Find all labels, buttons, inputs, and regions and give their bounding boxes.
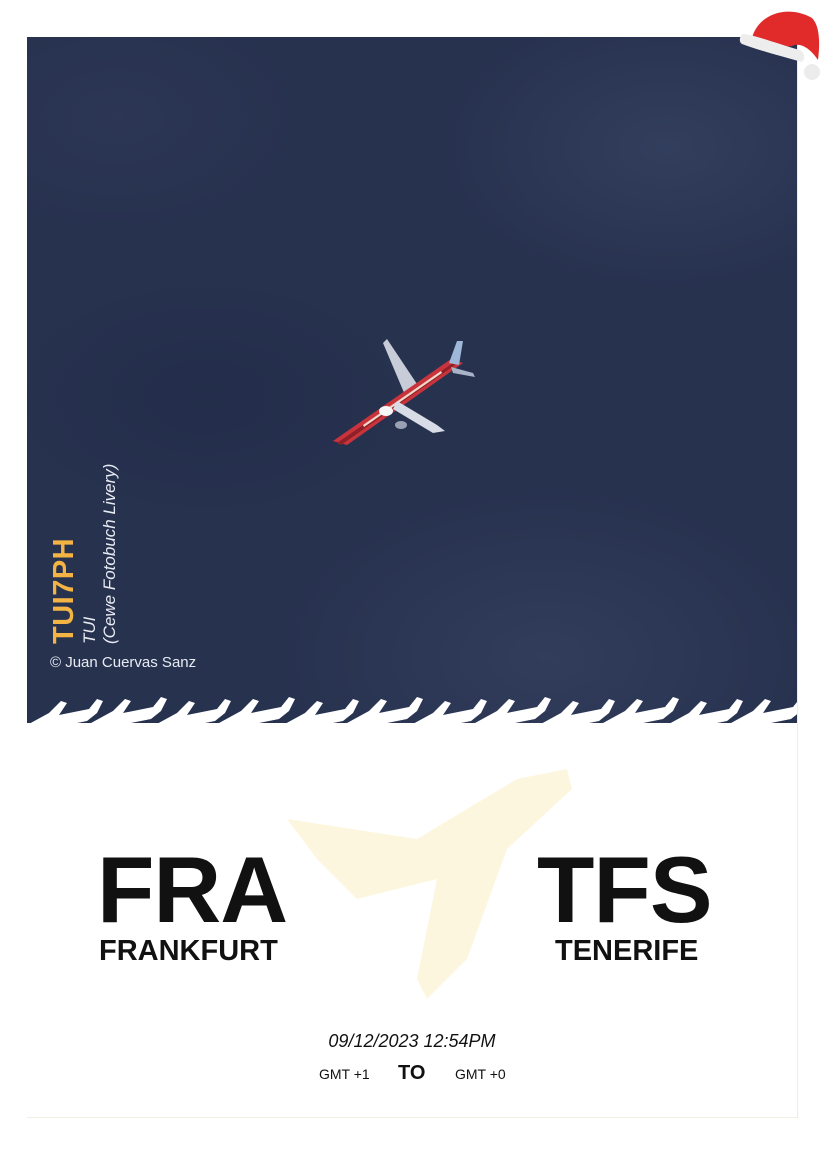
livery-label: (Cewe Fotobuch Livery)	[100, 463, 119, 644]
destination-code: TFS	[537, 837, 713, 942]
destination-timezone: GMT +0	[455, 1066, 506, 1082]
flight-poster: TUI7PH TUI (Cewe Fotobuch Livery) © Juan…	[27, 37, 798, 1118]
registration-label: TUI7PH	[48, 537, 80, 644]
aircraft-photo: TUI7PH TUI (Cewe Fotobuch Livery) © Juan…	[27, 37, 797, 727]
timezone-row: GMT +1 TO GMT +0	[27, 1061, 797, 1087]
aircraft-caption: TUI7PH TUI (Cewe Fotobuch Livery)	[48, 463, 120, 644]
santa-hat-icon	[739, 11, 820, 80]
airline-label: TUI	[80, 616, 99, 644]
origin-city: FRANKFURT	[99, 935, 278, 967]
aircraft-image	[333, 339, 475, 445]
flight-datetime: 09/12/2023 12:54PM	[328, 1031, 496, 1051]
origin-timezone: GMT +1	[319, 1066, 370, 1082]
timezone-separator: TO	[398, 1062, 426, 1084]
airplane-pattern-border	[27, 697, 797, 727]
destination-city: TENERIFE	[555, 935, 699, 967]
photo-credit: © Juan Cuervas Sanz	[50, 654, 197, 671]
origin-code: FRA	[97, 837, 288, 942]
